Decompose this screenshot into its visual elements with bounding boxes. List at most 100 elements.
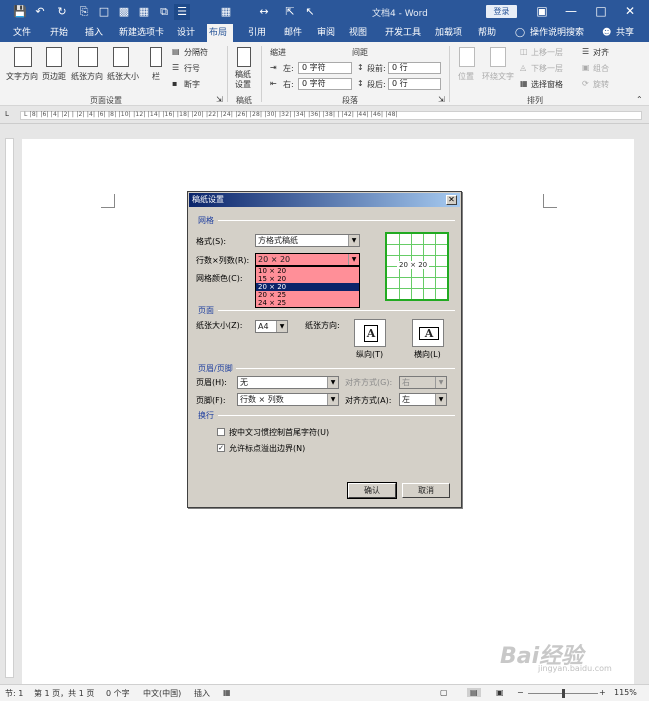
- undo-icon[interactable]: ↶: [32, 4, 48, 20]
- vertical-ruler[interactable]: [0, 124, 18, 684]
- zoom-slider-thumb[interactable]: [562, 689, 565, 698]
- close-icon[interactable]: ✕: [446, 195, 457, 205]
- tab-help[interactable]: 帮助: [476, 24, 498, 42]
- zoom-out-icon[interactable]: −: [517, 688, 524, 697]
- cancel-button[interactable]: 取消: [402, 483, 450, 498]
- open-icon[interactable]: ▩: [116, 4, 132, 20]
- selection-pane-button[interactable]: 选择窗格: [531, 79, 563, 90]
- send-backward-button[interactable]: 下移一层: [531, 63, 563, 74]
- tab-home[interactable]: 开始: [48, 24, 70, 42]
- margins-button[interactable]: 页边距: [42, 71, 66, 82]
- dialog-launcher-icon[interactable]: ⇲: [438, 95, 445, 104]
- chevron-down-icon[interactable]: ▼: [348, 254, 359, 265]
- tab-mailings[interactable]: 邮件: [282, 24, 304, 42]
- zoom-level[interactable]: 115%: [614, 688, 637, 697]
- language-indicator[interactable]: 中文(中国): [143, 688, 181, 699]
- save-icon[interactable]: 💾: [12, 4, 28, 20]
- macro-icon[interactable]: ▦: [223, 688, 231, 697]
- page-indicator[interactable]: 第 1 页，共 1 页: [34, 688, 94, 699]
- align-button[interactable]: 对齐: [593, 47, 609, 58]
- wrap-text-button[interactable]: 环绕文字: [482, 71, 514, 82]
- position-button[interactable]: 位置: [458, 71, 474, 82]
- tell-me-search[interactable]: 操作说明搜索: [528, 24, 586, 42]
- rowcol-option-selected[interactable]: 20 × 20: [256, 283, 359, 291]
- word-count[interactable]: 0 个字: [106, 688, 130, 699]
- print-preview-icon[interactable]: ⎘: [76, 4, 92, 20]
- width-icon[interactable]: ↔: [256, 4, 272, 20]
- minimize-icon[interactable]: —: [556, 2, 586, 20]
- chevron-down-icon[interactable]: ▼: [435, 377, 446, 388]
- text-direction-button[interactable]: 文字方向: [6, 71, 38, 82]
- new-doc-icon[interactable]: □: [96, 4, 112, 20]
- chevron-down-icon[interactable]: ▼: [435, 394, 446, 405]
- chevron-down-icon[interactable]: ▼: [327, 377, 338, 388]
- group-button[interactable]: 组合: [593, 63, 609, 74]
- rowcol-option[interactable]: 20 × 25: [256, 291, 359, 299]
- close-icon[interactable]: ✕: [615, 2, 645, 20]
- share-button[interactable]: 共享: [614, 24, 636, 42]
- footer-align-select[interactable]: 左 ▼: [399, 393, 447, 406]
- tab-selector-icon[interactable]: L: [5, 110, 9, 118]
- tab-design[interactable]: 设计: [175, 24, 197, 42]
- orientation-button[interactable]: 纸张方向: [71, 71, 103, 82]
- format-select[interactable]: 方格式稿纸 ▼: [255, 234, 360, 247]
- size-button[interactable]: 纸张大小: [107, 71, 139, 82]
- rowcol-select[interactable]: 20 × 20 ▼: [255, 253, 360, 266]
- landscape-button[interactable]: A: [412, 319, 444, 347]
- insert-mode[interactable]: 插入: [194, 688, 210, 699]
- tab-layout[interactable]: 布局: [207, 24, 233, 42]
- section-indicator[interactable]: 节: 1: [5, 688, 23, 699]
- bring-forward-button[interactable]: 上移一层: [531, 47, 563, 58]
- tab-references[interactable]: 引用: [246, 24, 268, 42]
- print-layout-icon[interactable]: ▤: [467, 688, 481, 697]
- indent-left-input[interactable]: 0 字符: [298, 62, 352, 74]
- select-icon[interactable]: ⇱: [282, 4, 298, 20]
- table-icon[interactable]: ▦: [218, 4, 234, 20]
- tab-file[interactable]: 文件: [11, 24, 33, 42]
- section-divider: [218, 220, 455, 221]
- copy-icon[interactable]: ⧉: [156, 4, 172, 20]
- paste-icon[interactable]: ▦: [136, 4, 152, 20]
- paper-size-select[interactable]: A4 ▼: [255, 320, 288, 333]
- redo-icon[interactable]: ↻: [54, 4, 70, 20]
- read-mode-icon[interactable]: ▢: [440, 688, 448, 697]
- spacing-after-input[interactable]: 0 行: [388, 78, 441, 90]
- chevron-down-icon[interactable]: ▼: [327, 394, 338, 405]
- collapse-ribbon-icon[interactable]: ⌃: [636, 95, 643, 104]
- manuscript-button[interactable]: 稿纸设置: [235, 70, 253, 90]
- footer-select[interactable]: 行数 × 列数 ▼: [237, 393, 339, 406]
- rowcol-option[interactable]: 24 × 25: [256, 299, 359, 307]
- zoom-in-icon[interactable]: +: [599, 688, 606, 697]
- header-align-select[interactable]: 右 ▼: [399, 376, 447, 389]
- ok-button[interactable]: 确认: [347, 482, 397, 499]
- login-button[interactable]: 登录: [486, 5, 517, 18]
- breaks-button[interactable]: 分隔符: [184, 47, 208, 58]
- rowcol-option[interactable]: 15 × 20: [256, 275, 359, 283]
- tab-insert[interactable]: 插入: [83, 24, 105, 42]
- rowcol-option[interactable]: 10 × 20: [256, 267, 359, 275]
- chevron-down-icon[interactable]: ▼: [348, 235, 359, 246]
- tab-developer[interactable]: 开发工具: [383, 24, 423, 42]
- dialog-launcher-icon[interactable]: ⇲: [216, 95, 223, 104]
- rotate-button[interactable]: 旋转: [593, 79, 609, 90]
- tab-new-tab[interactable]: 新建选项卡: [117, 24, 166, 42]
- columns-button[interactable]: 栏: [152, 71, 160, 82]
- pointer-icon[interactable]: ↖: [302, 4, 318, 20]
- indent-right-input[interactable]: 0 字符: [298, 78, 352, 90]
- portrait-button[interactable]: A: [354, 319, 386, 347]
- checkbox-punctuation-overflow[interactable]: ✓: [217, 444, 225, 452]
- web-layout-icon[interactable]: ▣: [496, 688, 504, 697]
- tab-addins[interactable]: 加载项: [433, 24, 464, 42]
- checkbox-chinese-rules[interactable]: [217, 428, 225, 436]
- tab-review[interactable]: 审阅: [315, 24, 337, 42]
- chevron-down-icon[interactable]: ▼: [276, 321, 287, 332]
- line-numbers-button[interactable]: 行号: [184, 63, 200, 74]
- header-select[interactable]: 无 ▼: [237, 376, 339, 389]
- tab-view[interactable]: 视图: [347, 24, 369, 42]
- page-view-icon[interactable]: ☰: [174, 4, 190, 20]
- hyphenation-button[interactable]: 断字: [184, 79, 200, 90]
- horizontal-ruler[interactable]: L L |8| |6| |4| |2| | |2| |4| |6| |8| |1…: [0, 106, 649, 124]
- spacing-before-input[interactable]: 0 行: [388, 62, 441, 74]
- ribbon-display-icon[interactable]: ▣: [527, 2, 557, 20]
- maximize-icon[interactable]: □: [586, 2, 616, 20]
